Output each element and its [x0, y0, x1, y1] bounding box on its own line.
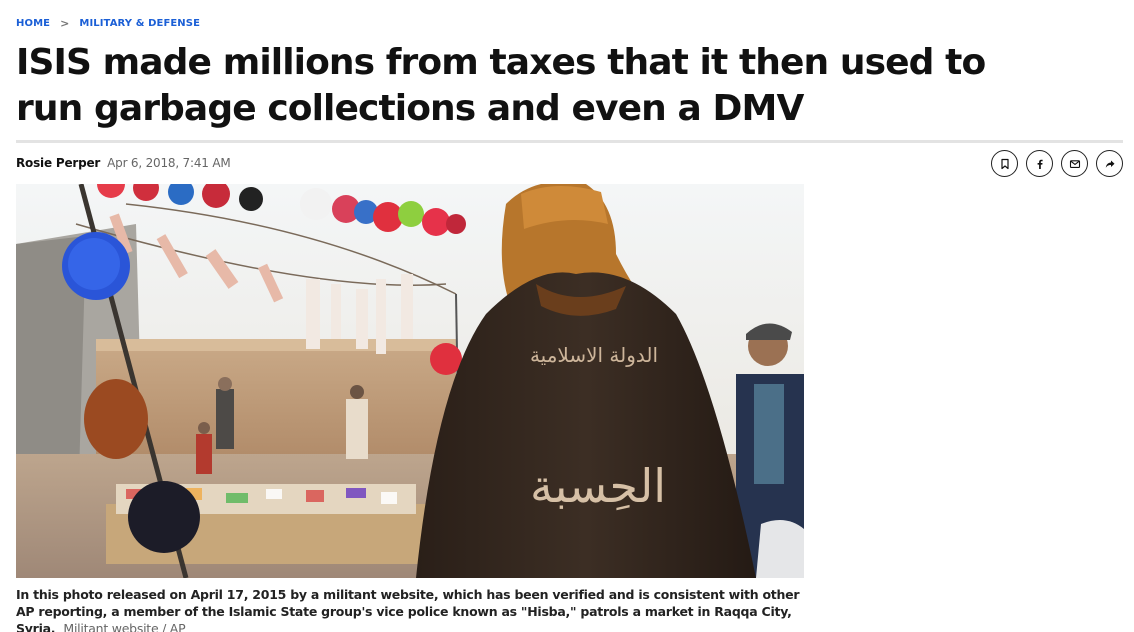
article-photo: الدولة الاسلامية الحِسبة [16, 184, 804, 578]
bookmark-icon [1000, 158, 1009, 169]
bookmark-button[interactable] [991, 150, 1018, 177]
breadcrumb-section-link[interactable]: MILITARY & DEFENSE [79, 18, 200, 29]
facebook-share-button[interactable] [1026, 150, 1053, 177]
author-link[interactable]: Rosie Perper [16, 156, 100, 170]
article-headline: ISIS made millions from taxes that it th… [16, 42, 986, 129]
breadcrumb: HOME > MILITARY & DEFENSE [16, 17, 200, 30]
photo-caption: In this photo released on April 17, 2015… [16, 586, 806, 632]
breadcrumb-home-link[interactable]: HOME [16, 18, 50, 29]
email-icon [1069, 159, 1080, 168]
facebook-icon [1037, 159, 1043, 169]
share-arrow-icon [1105, 160, 1114, 168]
share-button[interactable] [1096, 150, 1123, 177]
email-share-button[interactable] [1061, 150, 1088, 177]
vest-text-top: الدولة الاسلامية [530, 343, 658, 367]
byline: Rosie Perper Apr 6, 2018, 7:41 AM [16, 156, 231, 170]
publish-date: Apr 6, 2018, 7:41 AM [107, 156, 231, 170]
headline-divider [16, 140, 1123, 143]
vest-text-bottom: الحِسبة [530, 459, 666, 513]
market-photo-illustration: الدولة الاسلامية الحِسبة [16, 184, 804, 578]
breadcrumb-separator: > [60, 17, 70, 30]
photo-credit: Militant website / AP [63, 621, 186, 632]
share-toolbar [991, 150, 1123, 177]
